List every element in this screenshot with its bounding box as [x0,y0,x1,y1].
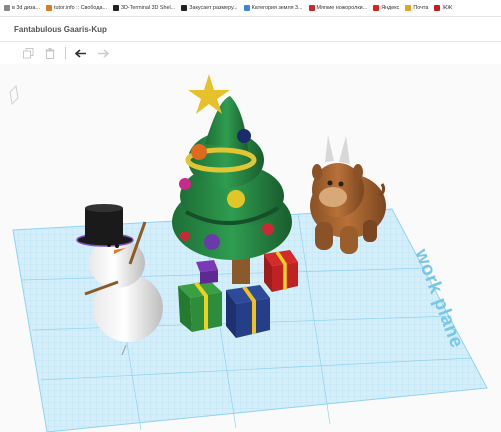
bookmark-item[interactable]: Яндекс [373,5,399,11]
bookmark-favicon-icon [112,5,119,11]
bookmark-label: ЖЖ [442,5,453,11]
bookmark-favicon-icon [181,5,188,11]
redo-button[interactable] [94,45,112,61]
undo-button[interactable] [72,45,90,61]
bookmark-favicon-icon [243,5,250,11]
bookmark-label: Закусает размеру... [189,5,238,11]
scene-view[interactable]: work plane [0,64,501,432]
bookmark-favicon-icon [4,5,10,11]
gift-box-blue[interactable] [226,285,270,338]
undo-icon [75,48,86,58]
delete-button[interactable] [41,45,59,61]
bookmark-item[interactable]: ЖЖ [434,5,452,11]
bookmark-label: Почта [413,5,429,11]
bookmark-item[interactable]: tutor.info :: Свобода... [45,5,107,11]
trash-icon [45,47,55,59]
bookmark-item[interactable]: Закусает размеру... [181,5,238,11]
copy-icon [22,47,33,58]
bookmark-favicon-icon [405,5,412,11]
bookmark-item[interactable]: 3D-Terminal 3D Shel... [112,5,176,11]
bookmark-favicon-icon [373,5,380,11]
bull-figure[interactable] [310,135,386,254]
bookmark-favicon-icon [308,5,315,11]
bookmark-item[interactable]: Почта [405,5,428,11]
design-title[interactable]: Fantabulous Gaaris-Kup [14,25,107,34]
view-cube-stub[interactable] [9,84,19,106]
bookmark-item[interactable]: в 3d диза... [4,5,40,11]
bookmark-label: tutor.info :: Свобода... [53,5,107,11]
redo-icon [98,48,109,58]
bookmark-label: Категория земля 3... [251,5,303,11]
bookmark-label: 3D-Terminal 3D Shel... [120,5,176,11]
copy-button[interactable] [19,45,37,61]
bookmark-label: Мягкие ножоролки... [316,5,368,11]
bookmark-favicon-icon [45,5,52,11]
bookmark-label: Яндекс [381,5,400,11]
bookmark-favicon-icon [434,5,441,11]
design-title-bar: Fantabulous Gaaris-Kup [0,18,501,42]
workplane-canvas[interactable]: work plane [0,64,501,432]
toolbar-separator [65,47,66,59]
bookmark-item[interactable]: Категория земля 3... [243,5,303,11]
bookmark-label: в 3d диза... [12,5,40,11]
gift-box-green[interactable] [178,281,222,332]
bookmark-item[interactable]: Мягкие ножоролки... [308,5,368,11]
edit-toolbar [0,42,501,64]
gift-box-red[interactable] [264,250,298,292]
bookmarks-bar: в 3d диза... tutor.info :: Свобода... 3D-T… [0,0,501,17]
